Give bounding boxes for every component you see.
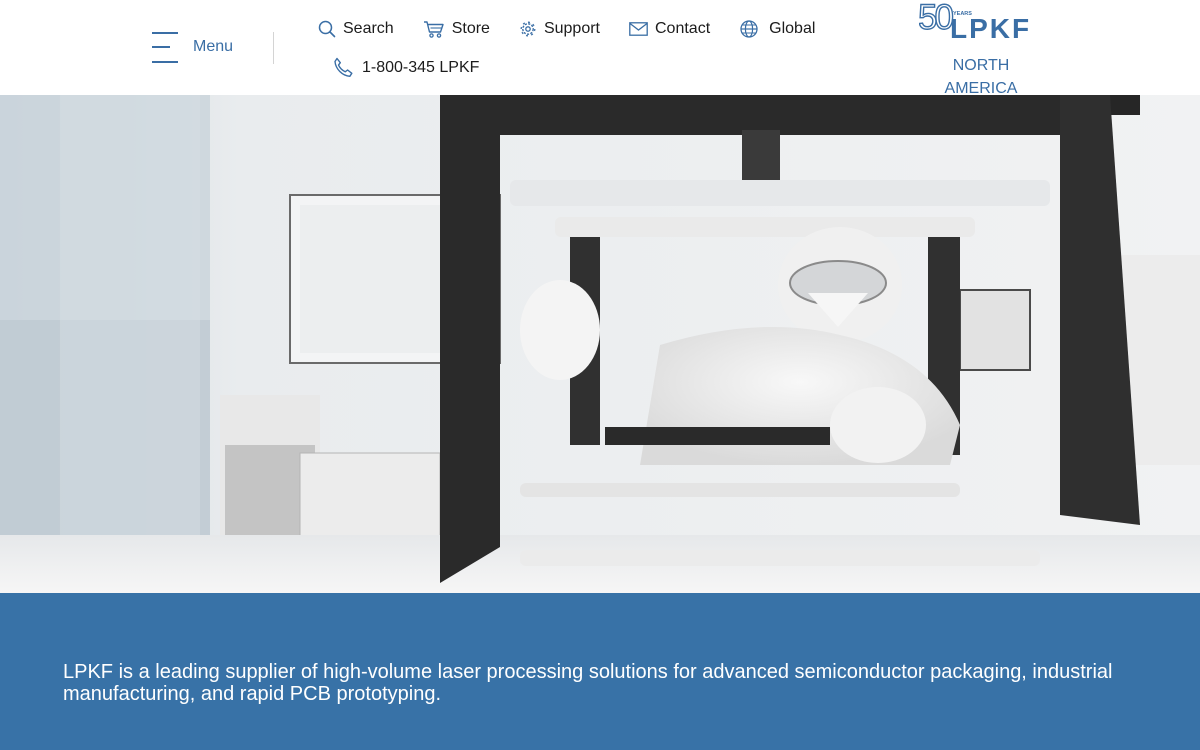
hero-image: [0, 95, 1200, 593]
phone-label: 1-800-345 LPKF: [362, 58, 480, 76]
menu-label: Menu: [193, 38, 234, 55]
menu-button[interactable]: Menu: [152, 30, 233, 64]
company-tagline: LPKF is a leading supplier of high-volum…: [63, 661, 1113, 705]
nav-support-link[interactable]: Support: [519, 20, 600, 38]
clean-room-photo: [0, 95, 1200, 593]
nav-global-label: Global: [769, 20, 816, 37]
search-icon: [318, 20, 336, 38]
top-nav: Search Store Support Contact Global: [318, 19, 815, 39]
phone-link[interactable]: 1-800-345 LPKF: [333, 57, 479, 78]
cart-icon: [423, 21, 444, 38]
nav-contact-link[interactable]: Contact: [629, 20, 710, 38]
phone-icon: [334, 57, 353, 77]
logo-wordmark: LPKF: [950, 13, 1031, 40]
nav-support-label: Support: [543, 20, 600, 37]
region-selector[interactable]: NORTH AMERICA: [921, 54, 1041, 100]
nav-contact-label: Contact: [655, 20, 711, 37]
envelope-icon: [629, 22, 648, 36]
support-gear-icon: [520, 21, 536, 37]
logo-anniversary-number: 50: [919, 0, 953, 37]
nav-search-label: Search: [343, 20, 394, 37]
site-header: Menu Search Store Support Contact Global…: [0, 0, 1200, 97]
nav-store-label: Store: [451, 20, 490, 37]
header-divider: [273, 32, 274, 64]
lpkf-50-years-logo: 50 YEARS LPKF: [919, 0, 1031, 40]
globe-icon: [740, 20, 758, 38]
nav-search-link[interactable]: Search: [318, 20, 394, 38]
nav-store-link[interactable]: Store: [423, 20, 490, 38]
nav-global-link[interactable]: Global: [739, 19, 815, 39]
hamburger-icon: [152, 30, 178, 64]
